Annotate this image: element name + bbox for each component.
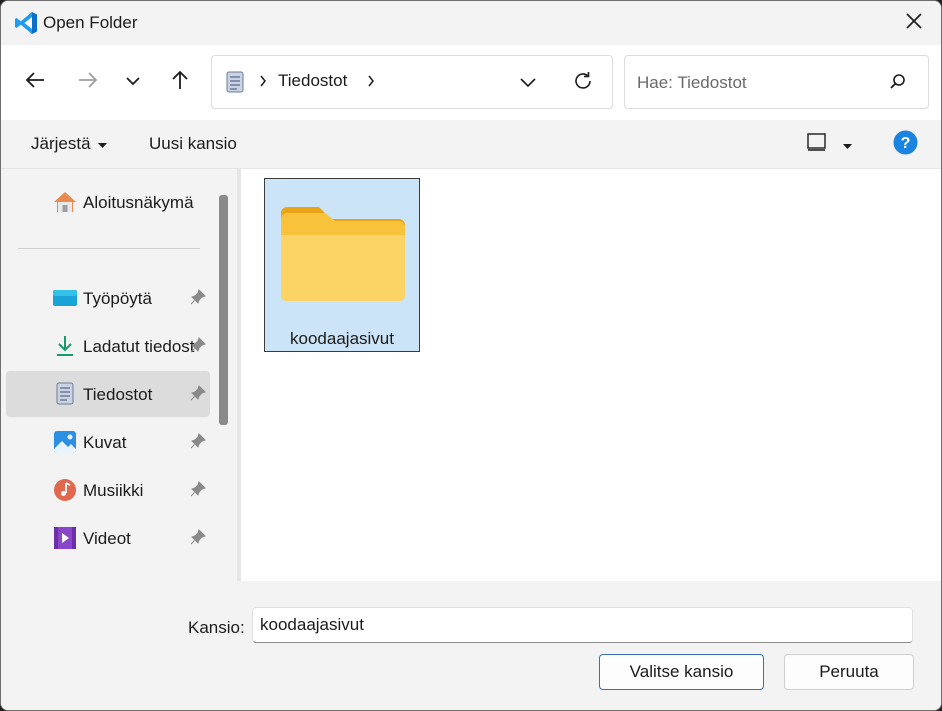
window-title: Open Folder — [43, 13, 138, 32]
folder-name-label: Kansio: — [188, 618, 245, 637]
breadcrumb-separator-icon — [258, 73, 268, 94]
sidebar-divider — [18, 248, 200, 249]
documents-icon — [52, 382, 78, 406]
cancel-button[interactable]: Peruuta — [784, 654, 914, 690]
music-icon — [52, 478, 78, 502]
caret-down-icon — [843, 135, 852, 155]
back-button[interactable] — [20, 67, 50, 97]
sidebar-item-music[interactable]: Musiikki — [6, 467, 210, 513]
recent-locations-button[interactable] — [118, 67, 148, 97]
organize-menu-button[interactable]: Järjestä — [31, 134, 107, 154]
refresh-icon[interactable] — [572, 70, 594, 97]
pin-icon — [190, 481, 206, 502]
search-input[interactable] — [635, 71, 879, 95]
navigation-bar: Tiedostot — [1, 45, 941, 120]
pin-icon — [190, 529, 206, 550]
sidebar-item-label: Kuvat — [83, 433, 127, 452]
sidebar-item-videos[interactable]: Videot — [6, 515, 210, 561]
select-folder-button[interactable]: Valitse kansio — [599, 654, 764, 690]
title-bar: Open Folder — [1, 1, 941, 45]
pin-icon — [190, 385, 206, 406]
sidebar-item-pictures[interactable]: Kuvat — [6, 419, 210, 465]
sidebar-item-label: Tiedostot — [83, 385, 153, 404]
folder-name-input[interactable] — [252, 607, 913, 643]
pin-icon — [190, 433, 206, 454]
sidebar-item-documents[interactable]: Tiedostot — [6, 371, 210, 417]
sidebar-item-label: Videot — [83, 529, 131, 548]
caret-down-icon — [97, 134, 107, 154]
svg-text:?: ? — [901, 135, 911, 152]
help-button[interactable]: ? — [893, 130, 918, 160]
new-folder-label: Uusi kansio — [149, 134, 237, 153]
desktop-icon — [52, 286, 78, 310]
pin-icon — [190, 289, 206, 310]
sidebar-item-label: Musiikki — [83, 481, 144, 500]
view-options-button[interactable] — [807, 133, 852, 156]
arrow-up-icon — [170, 69, 190, 96]
organize-label: Järjestä — [31, 134, 91, 153]
download-icon — [52, 334, 78, 358]
pictures-icon — [52, 430, 78, 454]
breadcrumb-tiedostot[interactable]: Tiedostot — [278, 71, 347, 91]
sidebar-scrollbar[interactable] — [212, 169, 237, 581]
sidebar-item-desktop[interactable]: Työpöytä — [6, 275, 210, 321]
vscode-icon — [13, 10, 39, 36]
up-button[interactable] — [165, 67, 195, 97]
dialog-footer: Kansio: Valitse kansio Peruuta — [1, 581, 941, 710]
navigation-pane: Aloitusnäkymä Työpöytä Ladatut tiedost T… — [1, 169, 237, 581]
sidebar-item-label: Aloitusnäkymä — [83, 193, 194, 212]
new-folder-button[interactable]: Uusi kansio — [149, 134, 237, 154]
scrollbar-thumb[interactable] — [219, 195, 228, 425]
home-icon — [52, 190, 78, 214]
arrow-left-icon — [24, 71, 46, 94]
close-button[interactable] — [897, 7, 931, 39]
search-box[interactable] — [624, 55, 929, 109]
forward-button[interactable] — [73, 67, 103, 97]
folder-item[interactable]: koodaajasivut — [264, 178, 420, 352]
folder-item-name: koodaajasivut — [290, 329, 394, 348]
documents-icon — [226, 71, 244, 98]
search-icon[interactable] — [889, 73, 907, 96]
breadcrumb-separator-icon[interactable] — [366, 73, 376, 94]
chevron-down-icon — [125, 73, 141, 91]
sidebar-item-label: Työpöytä — [83, 289, 152, 308]
sidebar-item-downloads[interactable]: Ladatut tiedostot — [6, 323, 210, 369]
view-icon — [807, 133, 827, 156]
pin-icon — [190, 337, 206, 358]
address-bar[interactable]: Tiedostot — [211, 55, 613, 109]
sidebar-item-home[interactable]: Aloitusnäkymä — [6, 179, 210, 225]
file-list-pane: koodaajasivut — [237, 169, 941, 581]
command-bar: Järjestä Uusi kansio ? — [1, 120, 941, 169]
help-icon: ? — [893, 130, 918, 160]
arrow-right-icon — [77, 71, 99, 94]
close-icon — [905, 12, 923, 35]
sidebar-item-label: Ladatut tiedostot — [83, 337, 195, 356]
videos-icon — [52, 526, 78, 550]
folder-icon — [279, 199, 407, 308]
open-folder-dialog: Open Folder Tiedostot Hae: Tiedostot Jär… — [0, 0, 942, 711]
address-history-chevron-icon[interactable] — [518, 72, 538, 97]
